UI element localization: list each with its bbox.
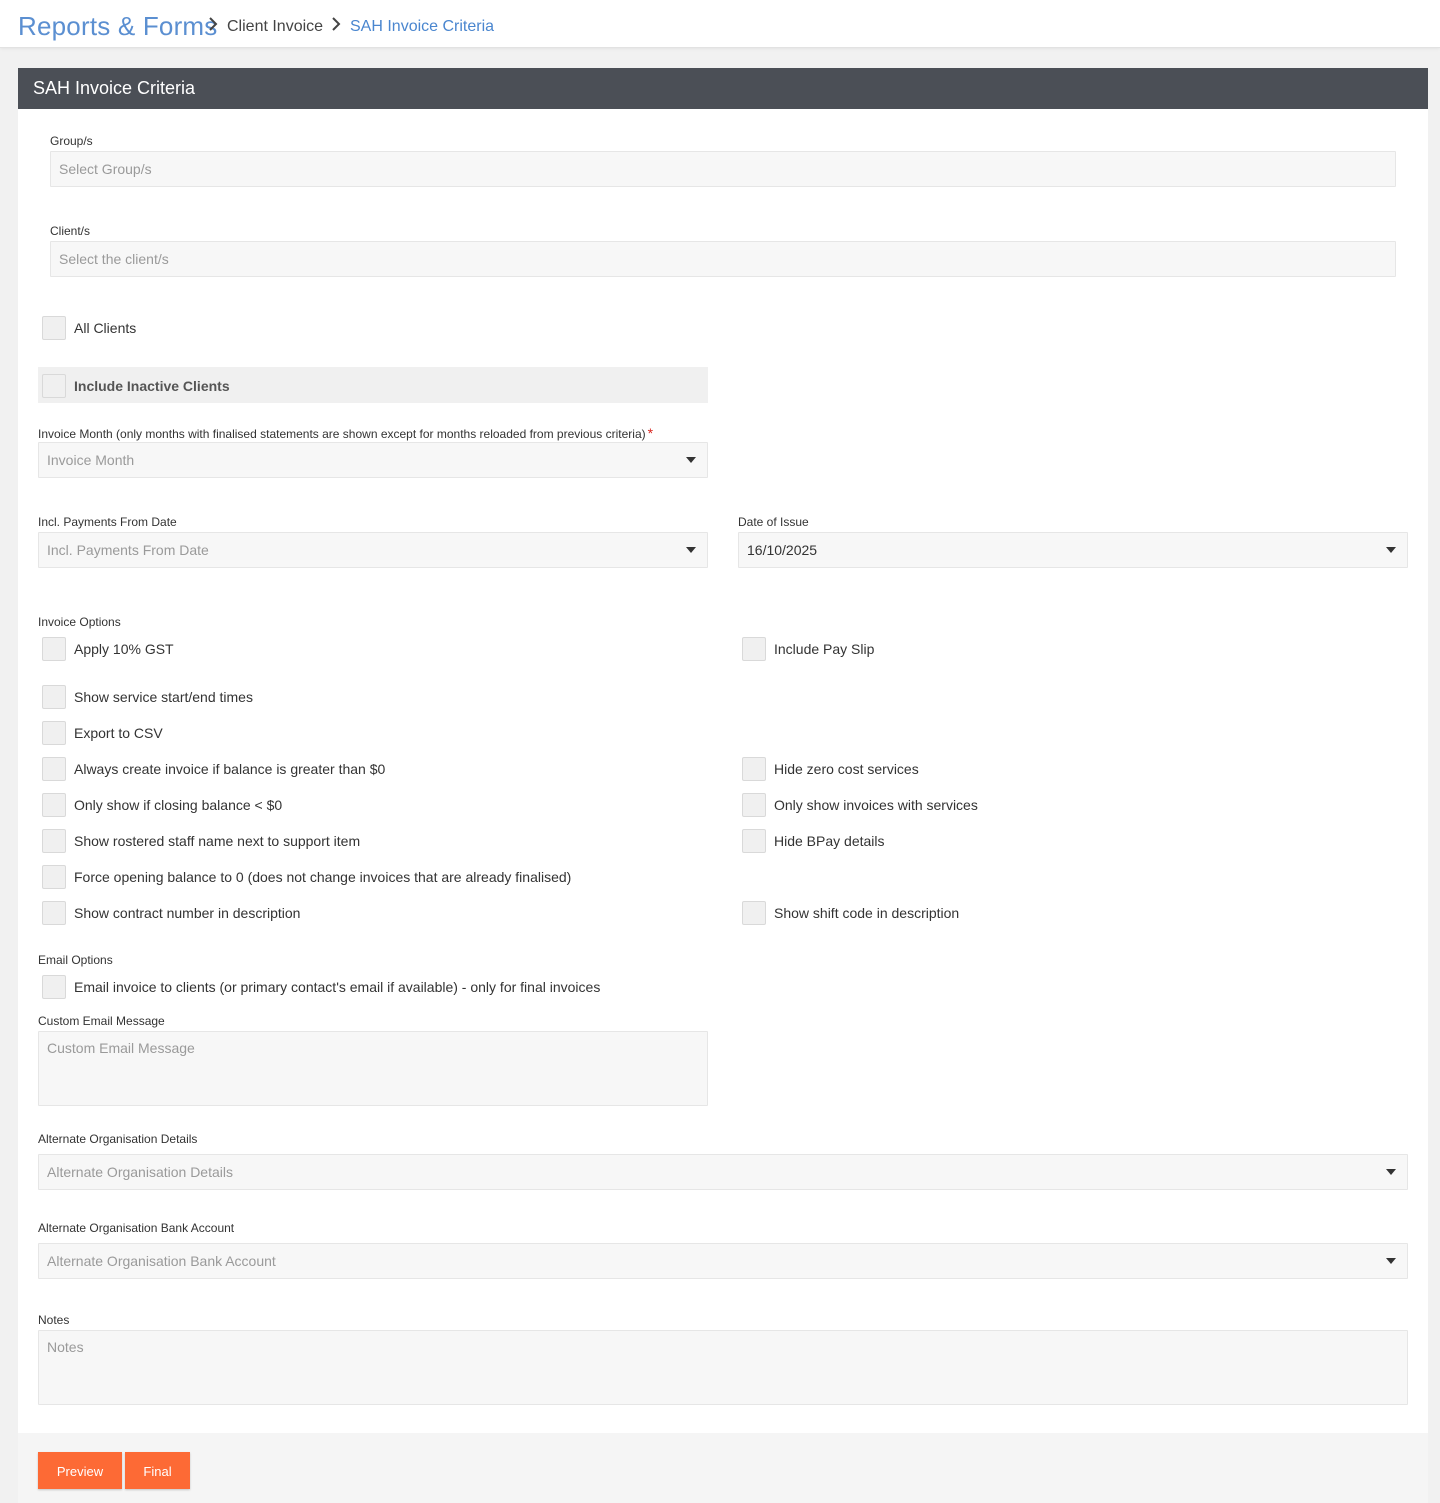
- export-csv-checkbox[interactable]: [42, 721, 66, 745]
- include-pay-slip-checkbox[interactable]: [742, 637, 766, 661]
- show-shift-code-checkbox[interactable]: [742, 901, 766, 925]
- always-create-label: Always create invoice if balance is grea…: [74, 761, 386, 777]
- export-csv-label: Export to CSV: [74, 725, 163, 741]
- hide-zero-cost-checkbox[interactable]: [742, 757, 766, 781]
- hide-bpay-checkbox[interactable]: [742, 829, 766, 853]
- alt-org-select[interactable]: Alternate Organisation Details: [38, 1154, 1408, 1190]
- date-of-issue-picker[interactable]: 16/10/2025: [738, 532, 1408, 568]
- only-closing-balance-checkbox[interactable]: [42, 793, 66, 817]
- apply-gst-label: Apply 10% GST: [74, 641, 174, 657]
- custom-email-label: Custom Email Message: [38, 1014, 165, 1028]
- preview-button[interactable]: Preview: [38, 1452, 122, 1489]
- clients-select[interactable]: Select the client/s: [50, 241, 1396, 277]
- criteria-panel: SAH Invoice Criteria Group/s Select Grou…: [18, 68, 1428, 1503]
- final-button[interactable]: Final: [125, 1452, 190, 1489]
- include-inactive-label: Include Inactive Clients: [74, 378, 230, 394]
- payments-from-date-picker[interactable]: Incl. Payments From Date: [38, 532, 708, 568]
- only-closing-balance-label: Only show if closing balance < $0: [74, 797, 283, 813]
- chevron-right-icon: [208, 17, 218, 31]
- force-opening-checkbox[interactable]: [42, 865, 66, 889]
- hide-zero-cost-label: Hide zero cost services: [774, 761, 919, 777]
- hide-bpay-label: Hide BPay details: [774, 833, 885, 849]
- required-asterisk: *: [647, 425, 654, 441]
- date-of-issue-value: 16/10/2025: [747, 542, 818, 558]
- show-staff-name-checkbox[interactable]: [42, 829, 66, 853]
- email-invoice-label: Email invoice to clients (or primary con…: [74, 979, 601, 995]
- alt-org-placeholder: Alternate Organisation Details: [47, 1164, 233, 1180]
- caret-down-icon: [1386, 1258, 1396, 1264]
- caret-down-icon: [1386, 1169, 1396, 1175]
- groups-label: Group/s: [50, 134, 93, 148]
- top-bar: Reports & Forms Client Invoice SAH Invoi…: [0, 0, 1440, 48]
- panel-title: SAH Invoice Criteria: [33, 78, 196, 98]
- show-contract-checkbox[interactable]: [42, 901, 66, 925]
- show-shift-code-label: Show shift code in description: [774, 905, 960, 921]
- include-pay-slip-label: Include Pay Slip: [774, 641, 875, 657]
- groups-select[interactable]: Select Group/s: [50, 151, 1396, 187]
- only-with-services-label: Only show invoices with services: [774, 797, 978, 813]
- invoice-month-label-text: Invoice Month (only months with finalise…: [38, 427, 646, 441]
- breadcrumb-root-link[interactable]: Reports & Forms: [18, 11, 218, 42]
- all-clients-checkbox[interactable]: [42, 316, 66, 340]
- email-options-label: Email Options: [38, 953, 113, 967]
- caret-down-icon: [1386, 547, 1396, 553]
- invoice-month-placeholder: Invoice Month: [47, 452, 135, 468]
- alt-bank-label: Alternate Organisation Bank Account: [38, 1221, 235, 1235]
- alt-org-label: Alternate Organisation Details: [38, 1132, 198, 1146]
- caret-down-icon: [686, 457, 696, 463]
- show-staff-name-label: Show rostered staff name next to support…: [74, 833, 361, 849]
- email-invoice-checkbox[interactable]: [42, 975, 66, 999]
- notes-label: Notes: [38, 1313, 70, 1327]
- show-times-label: Show service start/end times: [74, 689, 253, 705]
- invoice-month-select[interactable]: Invoice Month: [38, 442, 708, 478]
- show-contract-label: Show contract number in description: [74, 905, 301, 921]
- force-opening-label: Force opening balance to 0 (does not cha…: [74, 869, 572, 885]
- form-footer: [18, 1433, 1428, 1503]
- chevron-right-icon: [331, 17, 341, 31]
- notes-textarea[interactable]: Notes: [38, 1330, 1408, 1405]
- invoice-month-label: Invoice Month (only months with finalise…: [38, 425, 653, 441]
- custom-email-textarea[interactable]: Custom Email Message: [38, 1031, 708, 1106]
- breadcrumb-client-invoice-link[interactable]: Client Invoice: [227, 18, 323, 36]
- only-with-services-checkbox[interactable]: [742, 793, 766, 817]
- alt-bank-placeholder: Alternate Organisation Bank Account: [47, 1253, 276, 1269]
- invoice-options-label: Invoice Options: [38, 615, 121, 629]
- alt-bank-select[interactable]: Alternate Organisation Bank Account: [38, 1243, 1408, 1279]
- payments-from-label: Incl. Payments From Date: [38, 515, 177, 529]
- clients-label: Client/s: [50, 224, 91, 238]
- panel-header: SAH Invoice Criteria: [18, 68, 1428, 109]
- apply-gst-checkbox[interactable]: [42, 637, 66, 661]
- include-inactive-checkbox[interactable]: [42, 374, 66, 398]
- caret-down-icon: [686, 547, 696, 553]
- payments-from-placeholder: Incl. Payments From Date: [47, 542, 209, 558]
- always-create-checkbox[interactable]: [42, 757, 66, 781]
- all-clients-label: All Clients: [74, 320, 137, 336]
- show-times-checkbox[interactable]: [42, 685, 66, 709]
- date-of-issue-label: Date of Issue: [738, 515, 809, 529]
- breadcrumb-current: SAH Invoice Criteria: [350, 18, 495, 35]
